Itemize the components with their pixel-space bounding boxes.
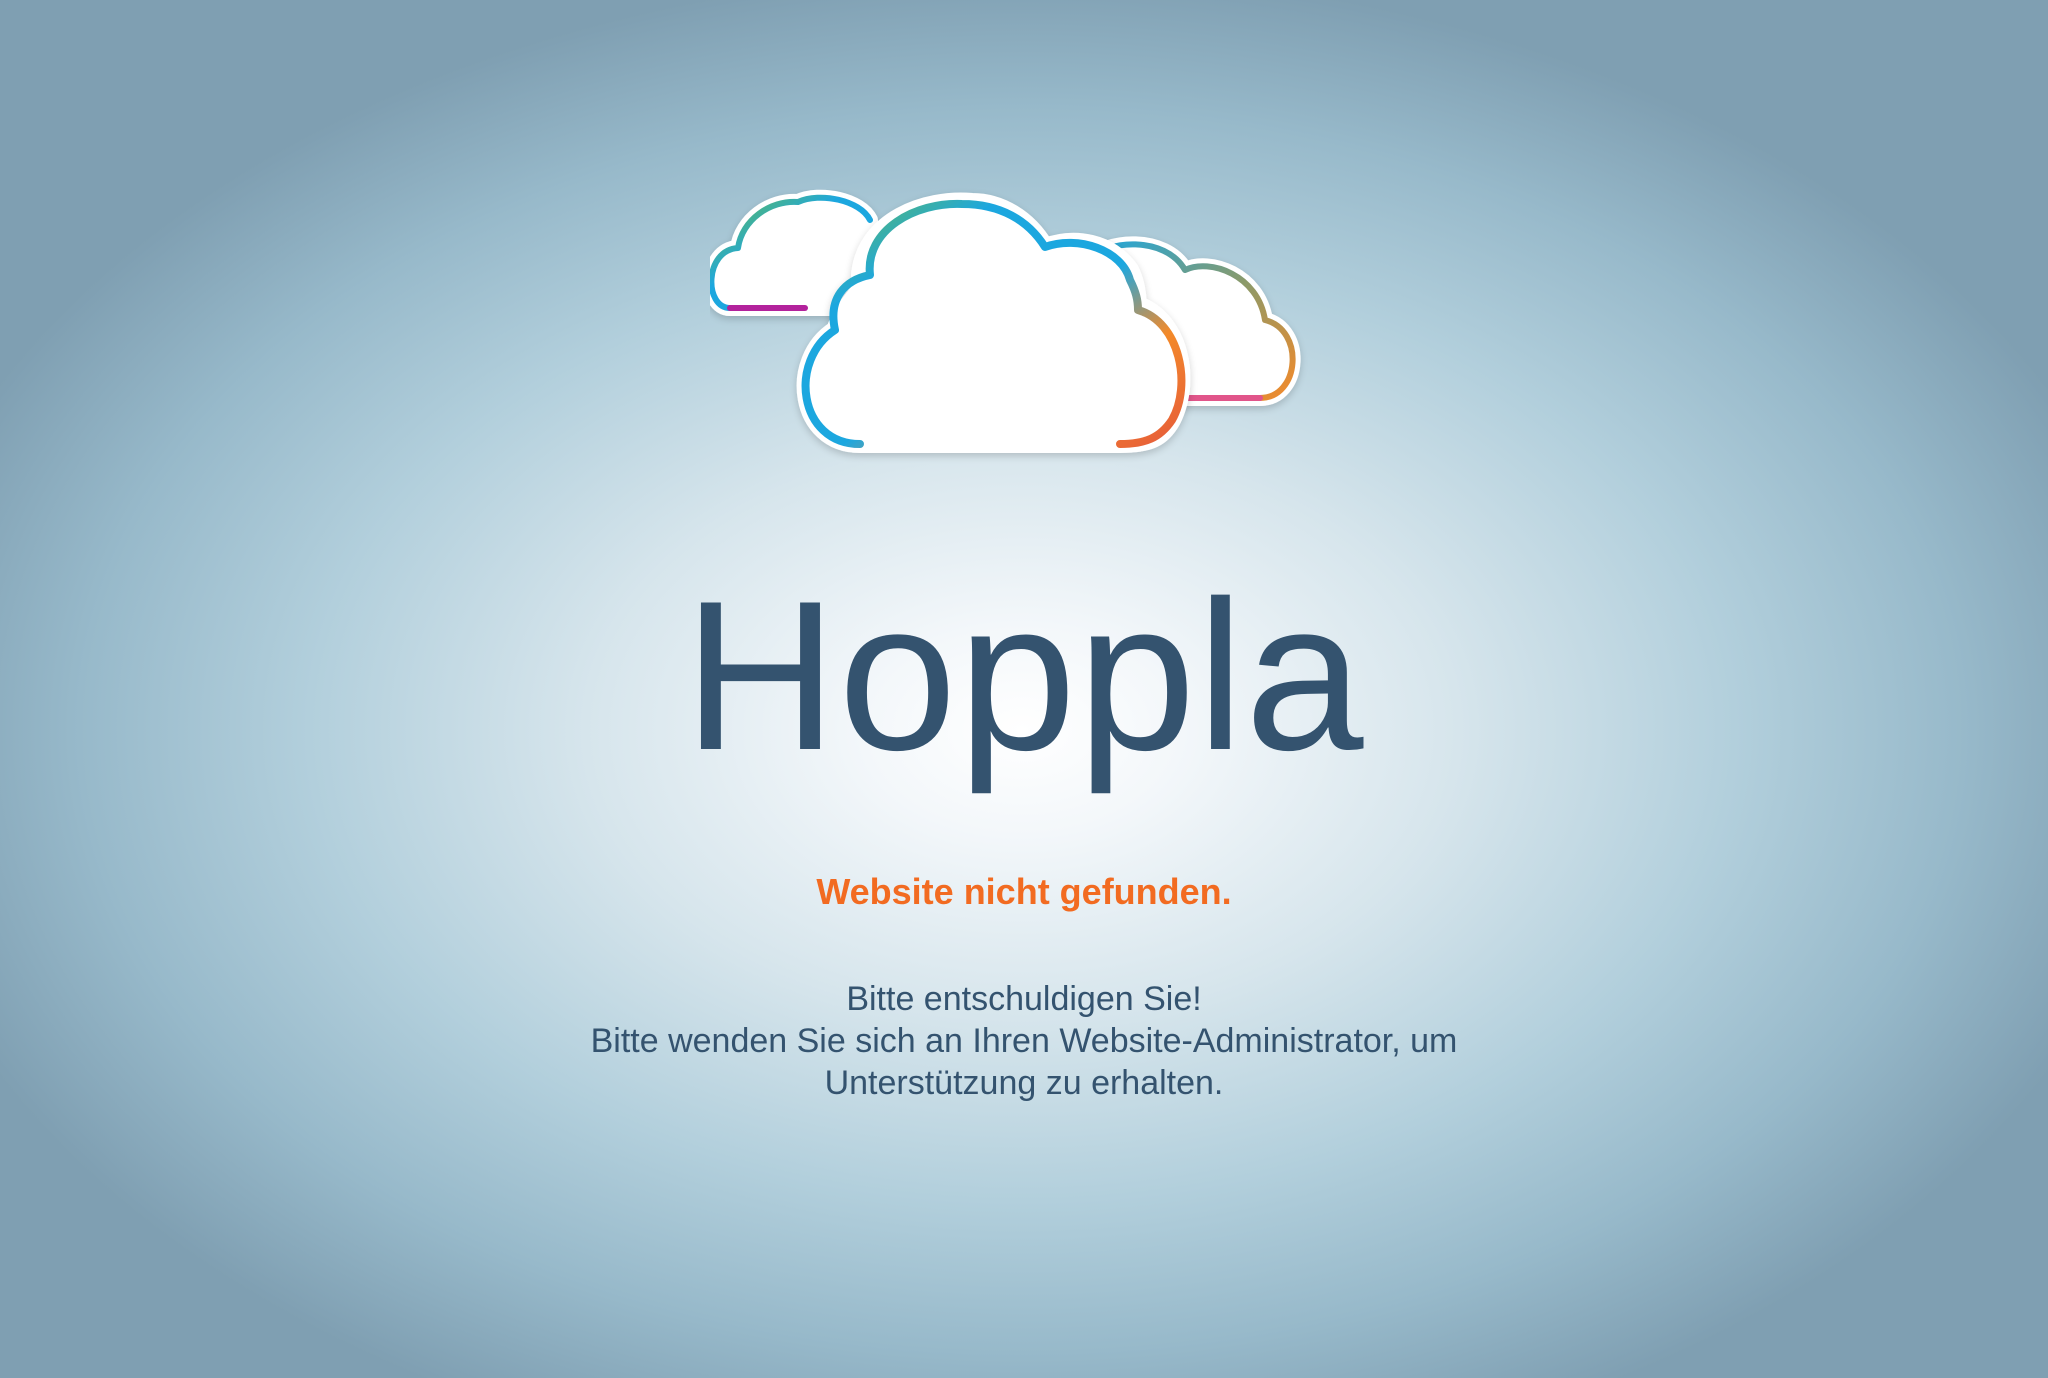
logo: [703, 180, 1340, 480]
cloud-icon: [703, 189, 1301, 453]
page-title: Hoppla: [683, 557, 1365, 795]
message-line-3: Unterstützung zu erhalten.: [824, 1064, 1224, 1102]
message-line-1: Bitte entschuldigen Sie!: [846, 980, 1202, 1018]
message-line-2: Bitte wenden Sie sich an Ihren Website-A…: [590, 1022, 1458, 1060]
error-message: Bitte entschuldigen Sie! Bitte wenden Si…: [0, 978, 2048, 1104]
error-subtitle: Website nicht gefunden.: [816, 871, 1232, 912]
error-page: Hoppla Website nicht gefunden. Bitte ent…: [0, 0, 2048, 1378]
